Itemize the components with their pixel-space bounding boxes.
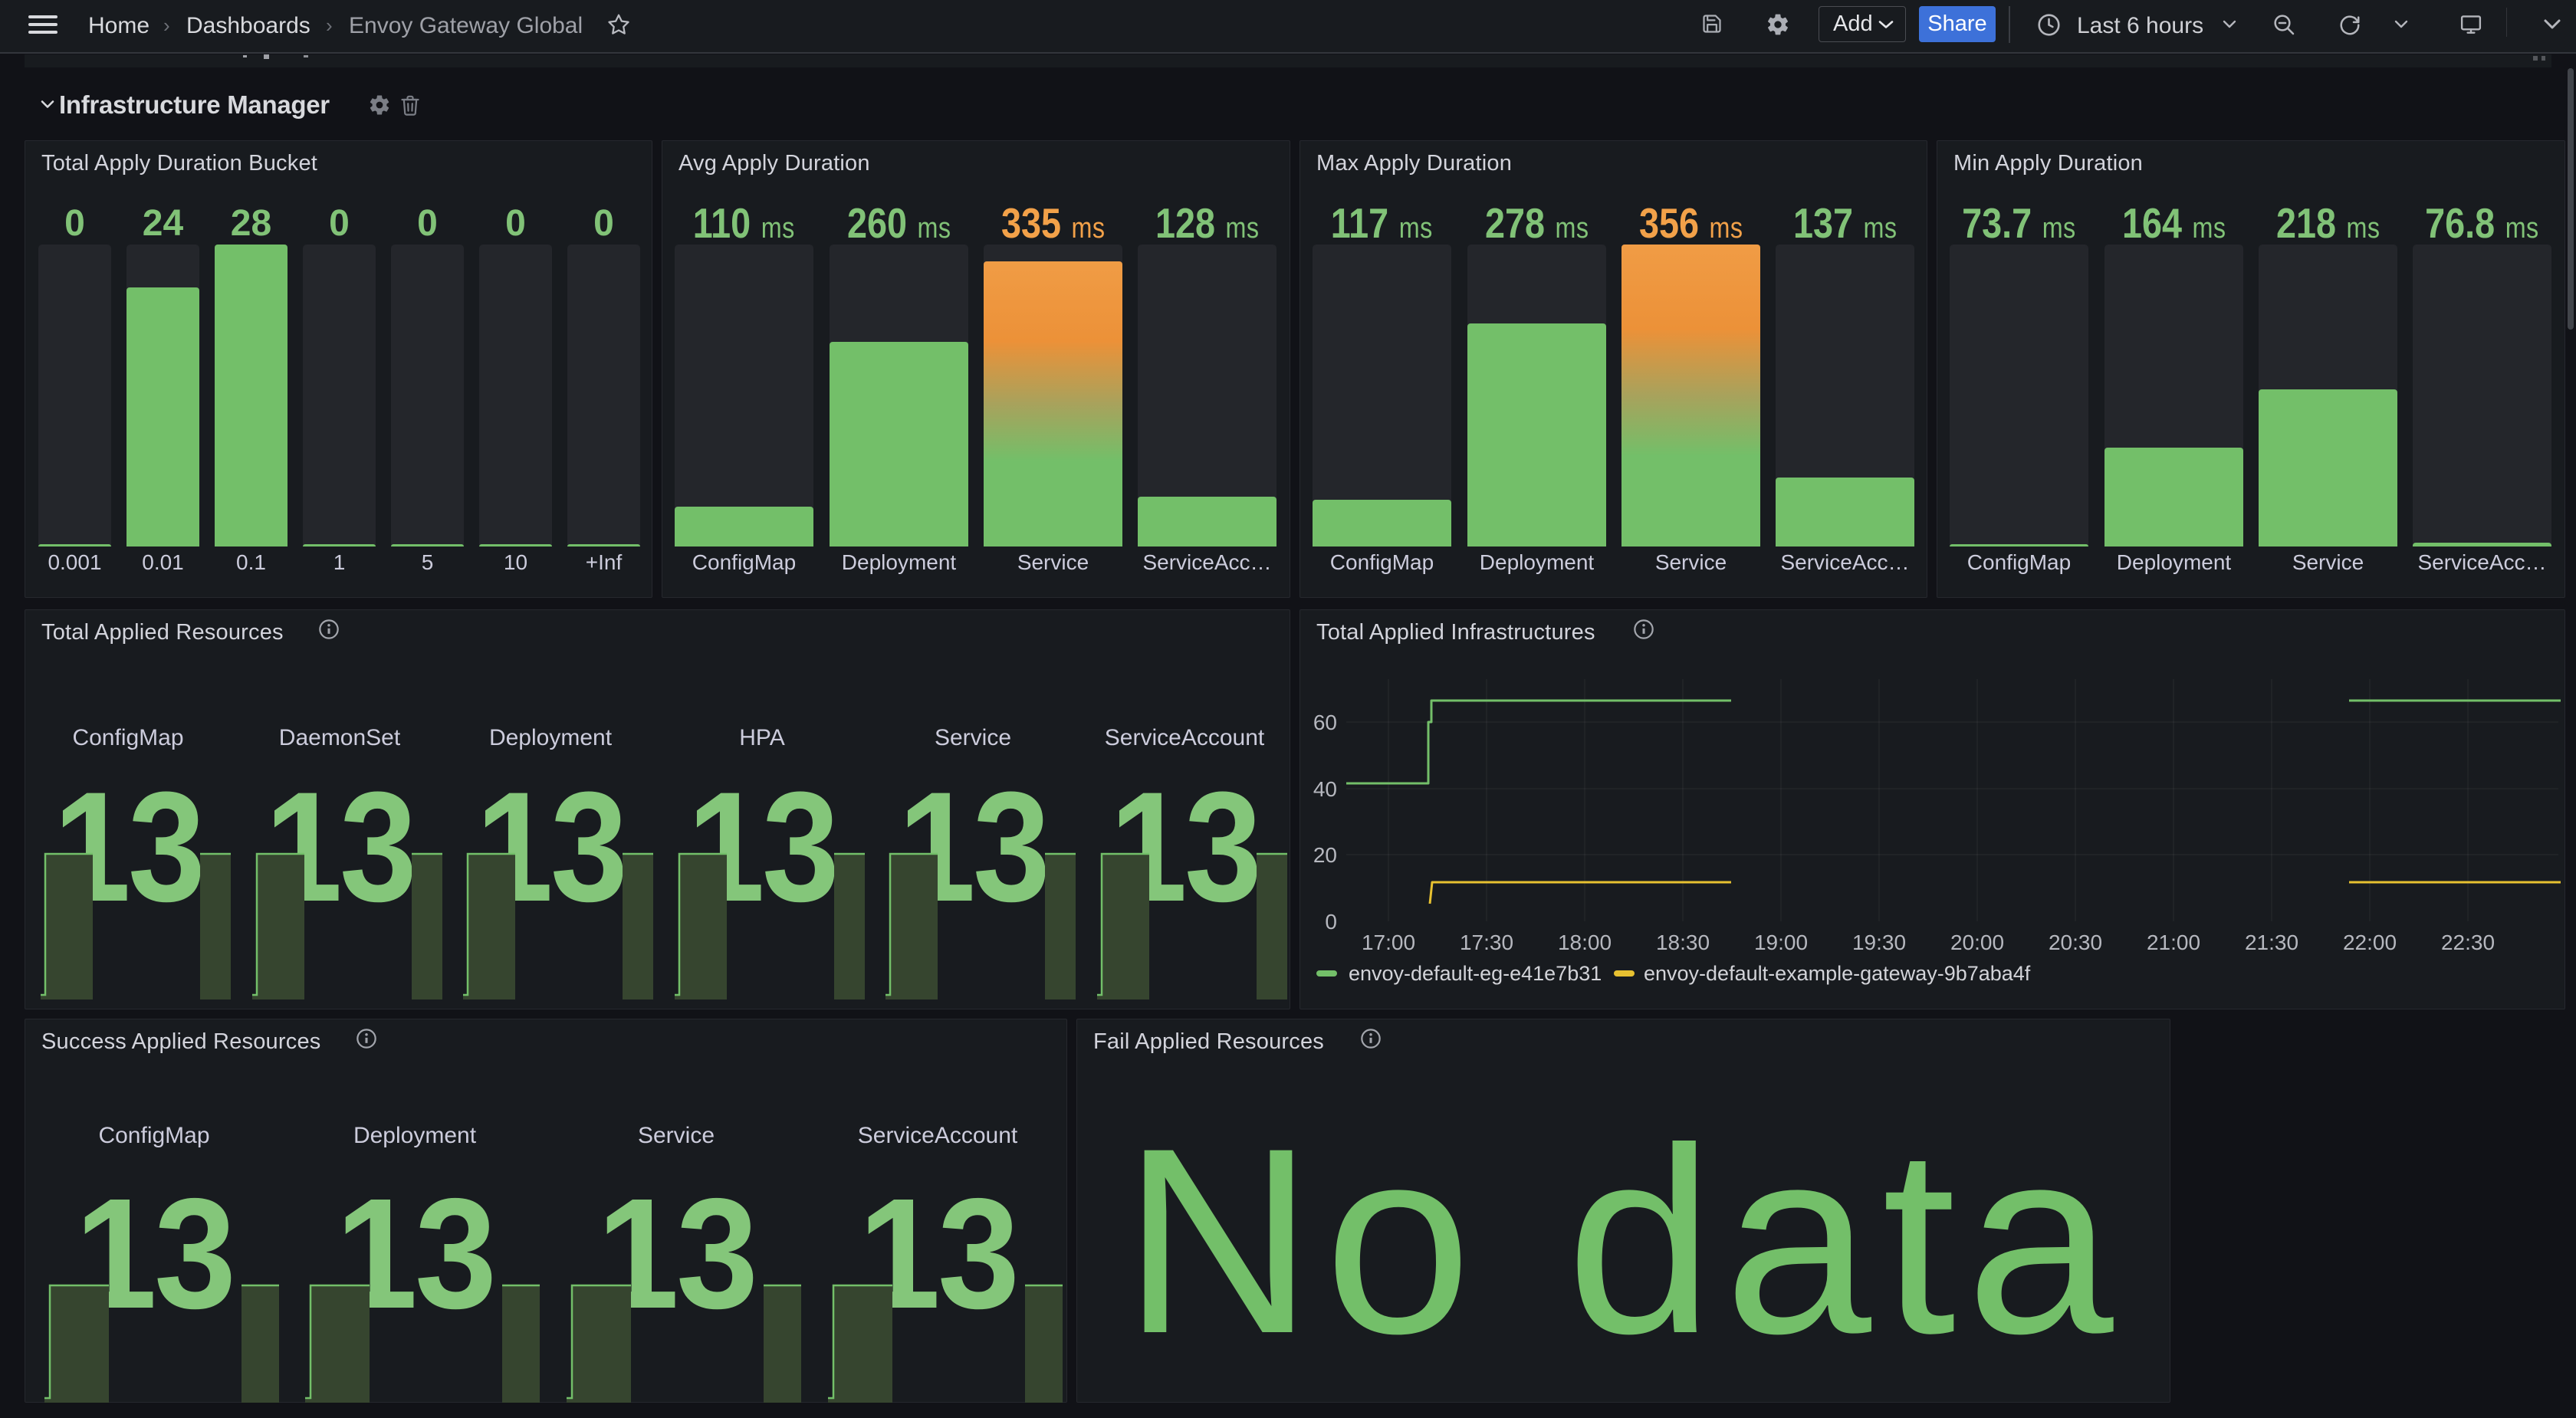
svg-text:60: 60 <box>1313 711 1337 734</box>
svg-text:18:30: 18:30 <box>1656 931 1710 954</box>
svg-text:19:00: 19:00 <box>1754 931 1808 954</box>
svg-text:20:00: 20:00 <box>1950 931 2004 954</box>
svg-text:19:30: 19:30 <box>1852 931 1906 954</box>
svg-text:20: 20 <box>1313 843 1337 867</box>
svg-text:22:30: 22:30 <box>2441 931 2495 954</box>
svg-text:18:00: 18:00 <box>1558 931 1612 954</box>
svg-text:21:30: 21:30 <box>2245 931 2298 954</box>
svg-text:22:00: 22:00 <box>2343 931 2397 954</box>
svg-text:17:30: 17:30 <box>1460 931 1513 954</box>
svg-text:0: 0 <box>1325 910 1337 934</box>
svg-text:21:00: 21:00 <box>2147 931 2200 954</box>
svg-text:20:30: 20:30 <box>2049 931 2102 954</box>
svg-text:40: 40 <box>1313 777 1337 801</box>
svg-text:17:00: 17:00 <box>1362 931 1415 954</box>
